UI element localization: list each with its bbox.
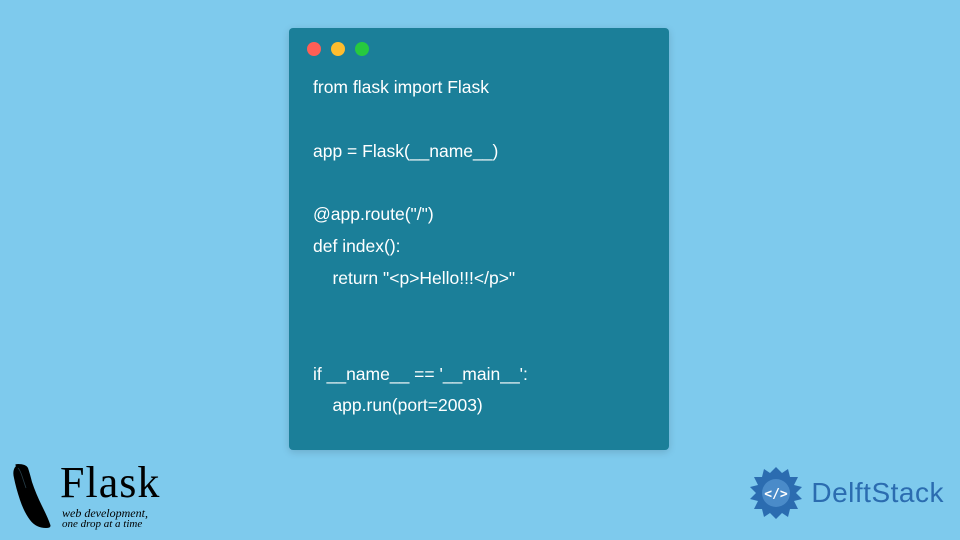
svg-text:</>: </> (765, 487, 789, 502)
flask-title: Flask (60, 461, 160, 505)
flask-horn-icon (8, 462, 54, 530)
delftstack-mark-icon: </> (747, 464, 805, 522)
close-icon (307, 42, 321, 56)
flask-logo: Flask web development, one drop at a tim… (8, 461, 160, 530)
flask-subtitle-2: one drop at a time (62, 519, 160, 530)
minimize-icon (331, 42, 345, 56)
delftstack-text: DelftStack (811, 477, 944, 509)
delftstack-logo: </> DelftStack (747, 464, 944, 522)
code-window: from flask import Flask app = Flask(__na… (289, 28, 669, 450)
code-content: from flask import Flask app = Flask(__na… (289, 66, 669, 442)
maximize-icon (355, 42, 369, 56)
flask-logo-text: Flask web development, one drop at a tim… (60, 461, 160, 530)
traffic-lights (289, 28, 669, 66)
